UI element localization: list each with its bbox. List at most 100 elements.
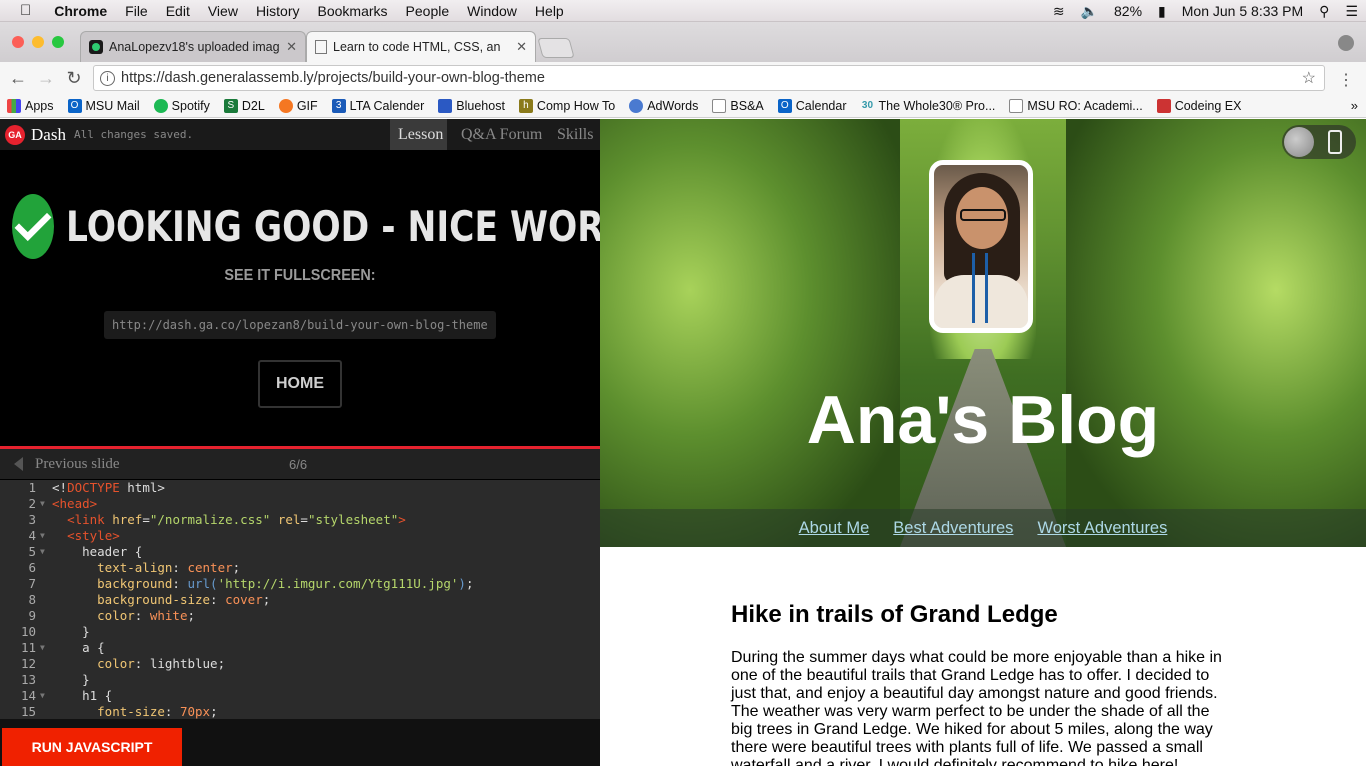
bookmark-label: Bluehost [456,98,505,113]
bookmark-d2l[interactable]: S D2L [217,98,272,113]
bookmark-star-icon[interactable]: ☆ [1302,68,1316,88]
code-line[interactable]: 3 <link href="/normalize.css" rel="style… [0,512,600,528]
fold-icon[interactable] [40,512,48,528]
run-javascript-button[interactable]: RUN JAVASCRIPT [2,728,182,766]
menu-people[interactable]: People [397,3,459,19]
fold-icon[interactable] [40,672,48,688]
menu-history[interactable]: History [247,3,309,19]
code-line[interactable]: 7 background: url('http://i.imgur.com/Yt… [0,576,600,592]
fold-icon[interactable] [40,656,48,672]
bookmark-codeing-ex[interactable]: Codeing EX [1150,98,1249,113]
spotlight-icon[interactable]: ⚲ [1311,3,1337,20]
home-button[interactable]: HOME [258,360,342,408]
ga-logo[interactable]: GA [5,124,25,145]
volume-icon[interactable]: 🔈 [1073,3,1106,20]
bookmark-label: Apps [25,98,54,113]
code-line[interactable]: 9 color: white; [0,608,600,624]
minimize-window-icon[interactable] [32,36,44,48]
fold-icon[interactable]: ▼ [40,544,48,560]
code-line[interactable]: 14 ▼ h1 { [0,688,600,704]
profile-icon[interactable] [1338,35,1354,51]
menu-edit[interactable]: Edit [157,3,199,19]
code-line[interactable]: 6 text-align: center; [0,560,600,576]
apple-menu-icon[interactable]:  [0,2,45,19]
menu-help[interactable]: Help [526,3,573,19]
mobile-view-icon[interactable] [1328,130,1342,154]
nav-best-adventures[interactable]: Best Adventures [893,519,1013,538]
url-text[interactable]: https://dash.generalassemb.ly/projects/b… [121,70,545,86]
tab-learn-to-code[interactable]: Learn to code HTML, CSS, an ✕ [306,31,536,62]
bookmark-spotify[interactable]: Spotify [147,98,217,113]
battery-percent[interactable]: 82% [1106,3,1150,19]
fold-icon[interactable] [40,704,48,719]
bookmark-comp-how-to[interactable]: h Comp How To [512,98,622,113]
bookmarks-overflow-icon[interactable]: » [1351,98,1358,113]
code-editor[interactable]: 1 <!DOCTYPE html> 2 ▼ <head> 3 <link href="/n… [0,480,600,719]
battery-icon[interactable]: ▮ [1150,3,1174,20]
wifi-icon[interactable]: ≋ [1045,3,1073,20]
fold-icon[interactable] [40,576,48,592]
fold-icon[interactable] [40,560,48,576]
code-line[interactable]: 15 font-size: 70px; [0,704,600,719]
dash-title[interactable]: Dash [31,125,66,145]
menu-bookmarks[interactable]: Bookmarks [309,3,397,19]
share-url-field[interactable]: http://dash.ga.co/lopezan8/build-your-ow… [104,311,496,339]
app-menu[interactable]: Chrome [45,3,116,19]
tab-qa-forum[interactable]: Q&A Forum [453,119,550,150]
clock[interactable]: Mon Jun 5 8:33 PM [1174,3,1311,19]
menu-view[interactable]: View [199,3,247,19]
site-info-icon[interactable]: i [100,70,115,86]
fold-icon[interactable] [40,480,48,496]
back-icon[interactable]: ← [4,68,32,89]
close-tab-icon[interactable]: ✕ [516,39,527,55]
bookmark-label: The Whole30® Pro... [878,98,996,113]
bookmark-msu-mail[interactable]: O MSU Mail [61,98,147,113]
fold-icon[interactable] [40,592,48,608]
nav-about-me[interactable]: About Me [799,519,870,538]
previous-slide-button[interactable]: Previous slide [14,456,120,473]
close-tab-icon[interactable]: ✕ [286,39,297,55]
fold-icon[interactable]: ▼ [40,640,48,656]
code-line[interactable]: 11 ▼ a { [0,640,600,656]
reload-icon[interactable]: ↻ [60,68,88,89]
chrome-menu-icon[interactable]: ⋮ [1338,70,1354,90]
code-line[interactable]: 12 color: lightblue; [0,656,600,672]
menu-window[interactable]: Window [458,3,526,19]
tree-canopy-right [1066,119,1366,547]
code-line[interactable]: 2 ▼ <head> [0,496,600,512]
notification-center-icon[interactable]: ☰ [1337,3,1366,20]
save-status: All changes saved. [73,128,194,141]
menu-file[interactable]: File [116,3,157,19]
tab-skills[interactable]: Skills [549,119,601,150]
tab-lesson[interactable]: Lesson [390,119,447,150]
nav-worst-adventures[interactable]: Worst Adventures [1037,519,1167,538]
fold-icon[interactable] [40,608,48,624]
fold-icon[interactable]: ▼ [40,688,48,704]
line-number: 1 [28,480,36,495]
bookmark-calendar[interactable]: O Calendar [771,98,854,113]
bookmark-msu-ro[interactable]: MSU RO: Academi... [1002,98,1149,113]
bookmark-bsa[interactable]: BS&A [705,98,770,113]
tab-uploaded-image[interactable]: AnaLopezv18's uploaded imag ✕ [80,31,306,62]
bookmark-lta-calender[interactable]: 3 LTA Calender [325,98,432,113]
forward-icon[interactable]: → [32,68,60,89]
code-line[interactable]: 5 ▼ header { [0,544,600,560]
fold-icon[interactable] [40,624,48,640]
code-line[interactable]: 10 } [0,624,600,640]
code-line[interactable]: 1 <!DOCTYPE html> [0,480,600,496]
fold-icon[interactable]: ▼ [40,528,48,544]
code-line[interactable]: 8 background-size: cover; [0,592,600,608]
bookmark-bluehost[interactable]: Bluehost [431,98,512,113]
bookmark-adwords[interactable]: AdWords [622,98,705,113]
fold-icon[interactable]: ▼ [40,496,48,512]
address-bar[interactable]: i https://dash.generalassemb.ly/projects… [93,65,1325,91]
bookmark-apps[interactable]: Apps [0,98,61,113]
close-window-icon[interactable] [12,36,24,48]
code-line[interactable]: 13 } [0,672,600,688]
bookmark-gif[interactable]: GIF [272,98,325,113]
bookmark-whole30[interactable]: 30 The Whole30® Pro... [853,99,1002,113]
new-tab-button[interactable] [537,38,575,58]
code-line[interactable]: 4 ▼ <style> [0,528,600,544]
zoom-window-icon[interactable] [52,36,64,48]
desktop-view-icon[interactable] [1284,127,1314,157]
